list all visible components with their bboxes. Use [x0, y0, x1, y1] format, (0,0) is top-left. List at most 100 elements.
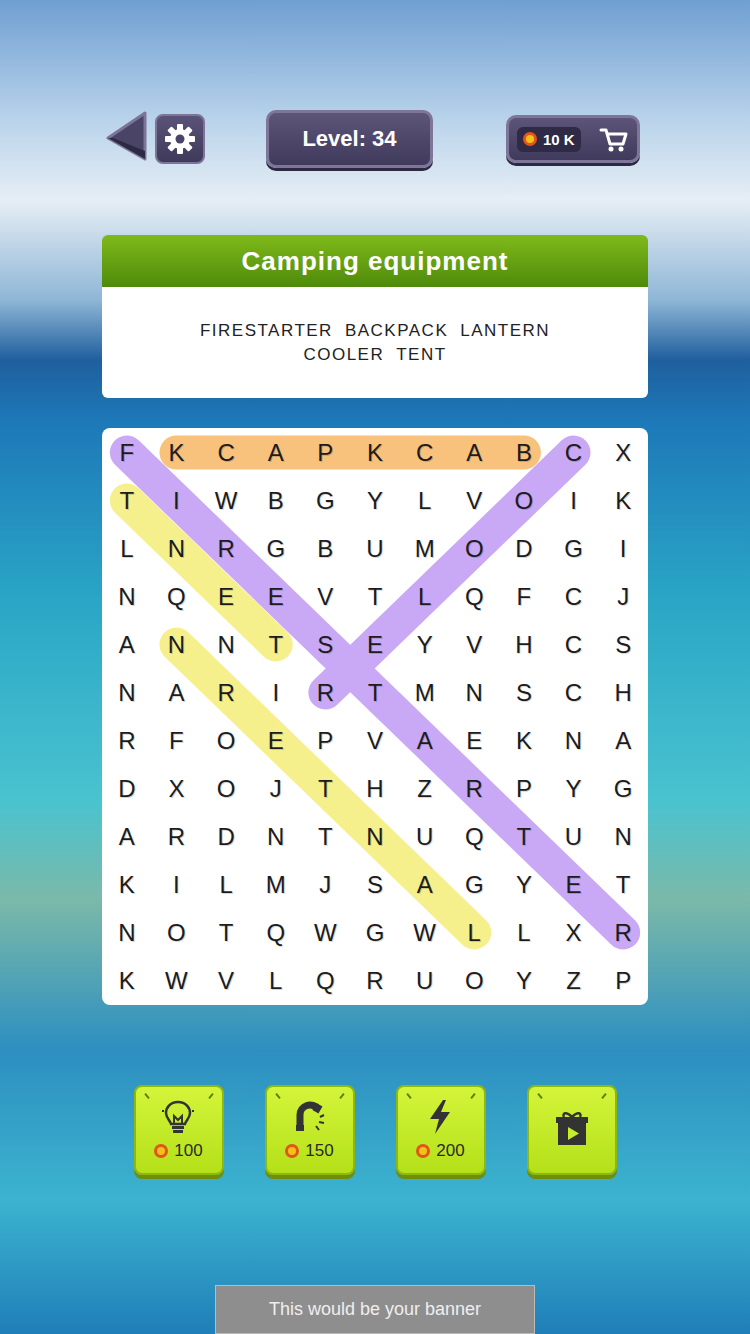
grid-letter[interactable]: L — [499, 909, 549, 957]
grid-letter[interactable]: R — [102, 717, 152, 765]
grid-letter[interactable]: R — [598, 909, 648, 957]
grid-letter[interactable]: H — [350, 765, 400, 813]
grid-letter[interactable]: M — [400, 669, 450, 717]
grid-letter[interactable]: J — [301, 861, 351, 909]
grid-letter[interactable]: C — [201, 429, 251, 477]
grid-letter[interactable]: T — [251, 621, 301, 669]
grid-letter[interactable]: H — [499, 621, 549, 669]
grid-letter[interactable]: G — [350, 909, 400, 957]
grid-letter[interactable]: R — [201, 525, 251, 573]
grid-letter[interactable]: J — [251, 765, 301, 813]
grid-letter[interactable]: S — [598, 621, 648, 669]
grid-letter[interactable]: Q — [449, 573, 499, 621]
grid-letter[interactable]: O — [449, 525, 499, 573]
grid-letter[interactable]: W — [301, 909, 351, 957]
grid-letter[interactable]: T — [499, 813, 549, 861]
grid-letter[interactable]: Y — [350, 477, 400, 525]
grid-letter[interactable]: K — [102, 957, 152, 1005]
grid-letter[interactable]: M — [251, 861, 301, 909]
grid-letter[interactable]: K — [598, 477, 648, 525]
grid-letter[interactable]: N — [102, 573, 152, 621]
grid-letter[interactable]: L — [400, 573, 450, 621]
grid-letter[interactable]: A — [102, 813, 152, 861]
grid-letter[interactable]: N — [449, 669, 499, 717]
coin-shop-button[interactable]: 10 K — [506, 115, 640, 163]
grid-letter[interactable]: V — [350, 717, 400, 765]
grid-letter[interactable]: R — [152, 813, 202, 861]
lightning-button[interactable]: 200 — [396, 1085, 486, 1175]
grid-letter[interactable]: S — [499, 669, 549, 717]
grid-letter[interactable]: Q — [301, 957, 351, 1005]
grid-letter[interactable]: V — [449, 477, 499, 525]
grid-letter[interactable]: K — [499, 717, 549, 765]
video-button[interactable] — [527, 1085, 617, 1175]
grid-letter[interactable]: T — [102, 477, 152, 525]
grid-letter[interactable]: W — [400, 909, 450, 957]
grid-letter[interactable]: G — [549, 525, 599, 573]
grid-letter[interactable]: F — [102, 429, 152, 477]
grid-letter[interactable]: K — [350, 429, 400, 477]
grid-letter[interactable]: Z — [549, 957, 599, 1005]
grid-letter[interactable]: T — [350, 573, 400, 621]
grid-letter[interactable]: I — [251, 669, 301, 717]
grid-letter[interactable]: X — [152, 765, 202, 813]
grid-letter[interactable]: A — [449, 429, 499, 477]
grid-letter[interactable]: H — [598, 669, 648, 717]
grid-letter[interactable]: N — [152, 525, 202, 573]
grid-letter[interactable]: V — [301, 573, 351, 621]
grid-letter[interactable]: L — [102, 525, 152, 573]
grid-letter[interactable]: Y — [499, 957, 549, 1005]
grid-letter[interactable]: N — [549, 717, 599, 765]
grid-letter[interactable]: U — [400, 813, 450, 861]
grid-letter[interactable]: E — [449, 717, 499, 765]
grid-letter[interactable]: F — [499, 573, 549, 621]
grid-letter[interactable]: C — [549, 621, 599, 669]
grid-letter[interactable]: Y — [499, 861, 549, 909]
grid-letter[interactable]: P — [499, 765, 549, 813]
grid-letter[interactable]: L — [400, 477, 450, 525]
grid-letter[interactable]: E — [350, 621, 400, 669]
grid-letter[interactable]: O — [152, 909, 202, 957]
grid-letter[interactable]: G — [598, 765, 648, 813]
grid-letter[interactable]: I — [598, 525, 648, 573]
grid-letter[interactable]: W — [201, 477, 251, 525]
grid-letter[interactable]: I — [152, 477, 202, 525]
grid-letter[interactable]: R — [201, 669, 251, 717]
grid-letter[interactable]: B — [499, 429, 549, 477]
grid-letter[interactable]: P — [598, 957, 648, 1005]
grid-letter[interactable]: U — [549, 813, 599, 861]
grid-letter[interactable]: T — [301, 813, 351, 861]
grid-letter[interactable]: Q — [152, 573, 202, 621]
grid-letter[interactable]: G — [301, 477, 351, 525]
grid-letter[interactable]: M — [400, 525, 450, 573]
grid-letter[interactable]: B — [251, 477, 301, 525]
grid-letter[interactable]: O — [449, 957, 499, 1005]
grid-letter[interactable]: A — [598, 717, 648, 765]
grid-letter[interactable]: N — [598, 813, 648, 861]
grid-letter[interactable]: C — [400, 429, 450, 477]
grid-letter[interactable]: Z — [400, 765, 450, 813]
grid-letter[interactable]: S — [301, 621, 351, 669]
grid-letter[interactable]: D — [499, 525, 549, 573]
grid-letter[interactable]: C — [549, 429, 599, 477]
grid-letter[interactable]: T — [201, 909, 251, 957]
grid-letter[interactable]: R — [301, 669, 351, 717]
grid-letter[interactable]: U — [400, 957, 450, 1005]
grid-letter[interactable]: Y — [400, 621, 450, 669]
grid-letter[interactable]: L — [449, 909, 499, 957]
grid-letter[interactable]: P — [301, 429, 351, 477]
grid-letter[interactable]: A — [251, 429, 301, 477]
grid-letter[interactable]: N — [102, 909, 152, 957]
grid-letter[interactable]: E — [201, 573, 251, 621]
grid-letter[interactable]: N — [102, 669, 152, 717]
grid-letter[interactable]: D — [102, 765, 152, 813]
back-button[interactable] — [105, 111, 149, 167]
grid-letter[interactable]: E — [549, 861, 599, 909]
grid-letter[interactable]: N — [350, 813, 400, 861]
grid-letter[interactable]: N — [152, 621, 202, 669]
grid-letter[interactable]: U — [350, 525, 400, 573]
grid-letter[interactable]: L — [201, 861, 251, 909]
grid-letter[interactable]: A — [102, 621, 152, 669]
ad-banner[interactable]: This would be your banner — [215, 1285, 535, 1334]
grid-letter[interactable]: X — [598, 429, 648, 477]
